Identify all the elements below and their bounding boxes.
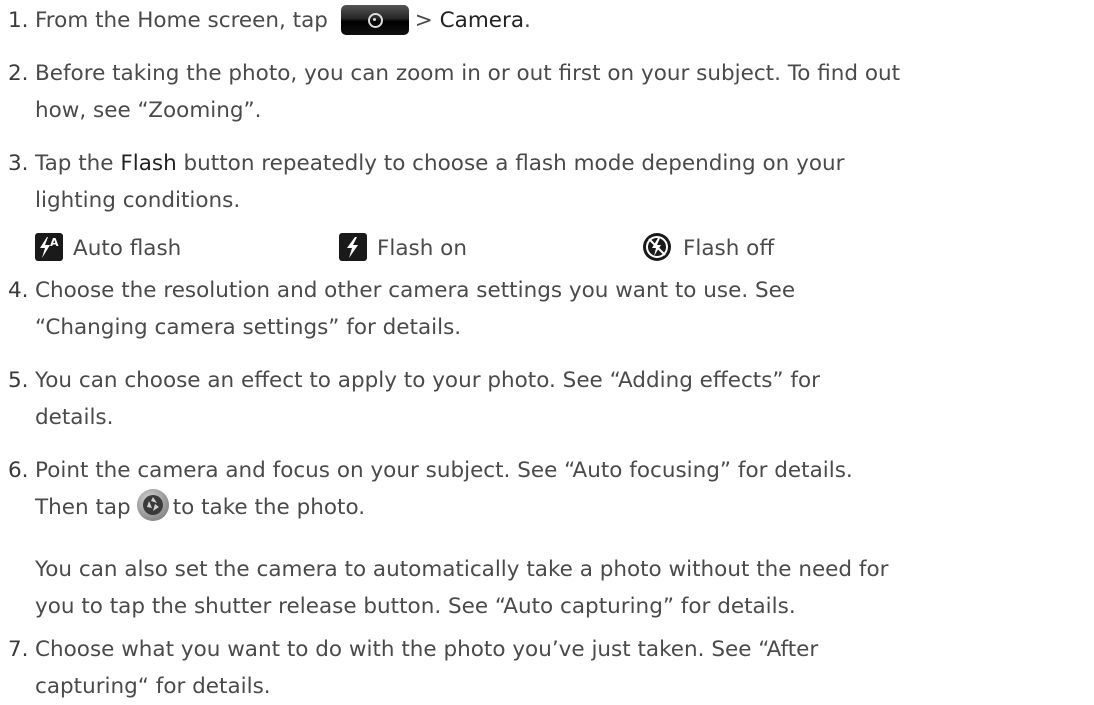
instruction-document: 1. From the Home screen, tap > Camera. 2… xyxy=(0,0,1094,699)
flash-label: Flash xyxy=(120,151,177,176)
flash-mode-label: Auto flash xyxy=(73,236,182,261)
auto-flash-icon: A xyxy=(35,233,63,261)
step-text: Then tap xyxy=(35,495,131,520)
step-number: 3. xyxy=(8,151,29,176)
flash-mode-label: Flash off xyxy=(683,236,775,261)
step-text-line-2: how, see “Zooming”. xyxy=(35,98,262,123)
step-text-end: . xyxy=(524,8,531,33)
step-text-line-2: “Changing camera settings” for details. xyxy=(35,315,462,340)
step-6-note: You can also set the camera to automatic… xyxy=(35,551,1085,625)
svg-text:A: A xyxy=(50,236,59,249)
step-text-line-1: You can choose an effect to apply to you… xyxy=(35,368,820,393)
step-number: 5. xyxy=(8,368,29,393)
step-text: From the Home screen, tap xyxy=(35,8,328,33)
flash-off-icon xyxy=(641,231,673,263)
step-number: 4. xyxy=(8,278,29,303)
camera-label: Camera xyxy=(439,8,525,33)
shutter-release-icon xyxy=(136,489,169,521)
flash-modes-row: A Auto flash Flash on Flash off xyxy=(35,229,935,269)
step-text-line-1: Choose what you want to do with the phot… xyxy=(35,637,819,662)
step-number: 1. xyxy=(8,8,29,33)
note-line-1: You can also set the camera to automatic… xyxy=(35,557,889,582)
step-number: 2. xyxy=(8,61,29,86)
step-text-line-2: lighting conditions. xyxy=(35,188,241,213)
step-text-line-2: details. xyxy=(35,405,114,430)
step-text-line-2: capturing“ for details. xyxy=(35,674,271,699)
step-text-end: to take the photo. xyxy=(172,495,366,520)
flash-mode-label: Flash on xyxy=(377,236,467,261)
step-text-end: button repeatedly to choose a flash mode… xyxy=(176,151,845,176)
step-text: Tap the xyxy=(35,151,121,176)
step-text-line-1: Before taking the photo, you can zoom in… xyxy=(35,61,901,86)
step-number: 7. xyxy=(8,637,29,662)
step-text-line-1: Choose the resolution and other camera s… xyxy=(35,278,796,303)
step-text-line-1: Point the camera and focus on your subje… xyxy=(35,458,853,483)
home-all-apps-button-icon xyxy=(340,4,409,35)
step-text-separator: > xyxy=(414,8,440,33)
note-line-2: you to tap the shutter release button. S… xyxy=(35,594,796,619)
flash-on-icon xyxy=(339,233,367,261)
step-number: 6. xyxy=(8,458,29,483)
